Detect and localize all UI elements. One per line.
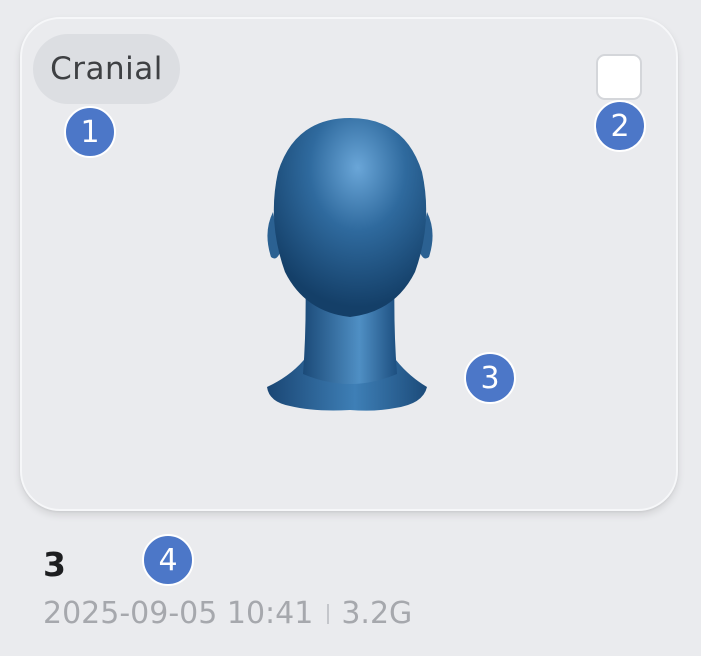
item-timestamp: 2025-09-05 10:41 xyxy=(43,596,314,631)
marker-3: 3 xyxy=(464,352,516,404)
select-checkbox[interactable] xyxy=(596,54,642,100)
meta-divider xyxy=(327,603,330,624)
category-tag: Cranial xyxy=(33,34,180,104)
item-title: 3 xyxy=(43,545,66,584)
item-size: 3.2G xyxy=(341,596,413,631)
item-meta: 2025-09-05 10:41 3.2G xyxy=(43,596,412,631)
head-3d-model-icon[interactable] xyxy=(255,112,445,422)
marker-1: 1 xyxy=(64,106,116,158)
marker-4: 4 xyxy=(142,534,194,586)
marker-2: 2 xyxy=(594,100,646,152)
